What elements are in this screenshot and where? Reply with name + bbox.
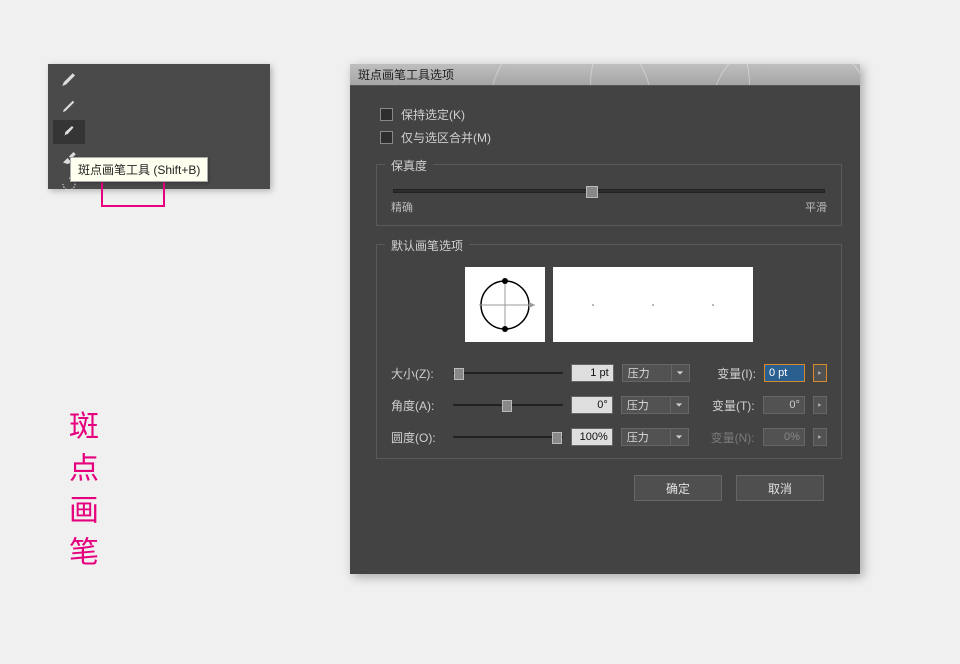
fidelity-group-title: 保真度 <box>385 157 433 174</box>
blob-brush-options-dialog: 斑点画笔工具选项 保持选定(K) 仅与选区合并(M) 保真度 精确 平滑 默认画… <box>350 64 860 574</box>
cancel-button[interactable]: 取消 <box>736 475 824 501</box>
dialog-footer: 确定 取消 <box>376 459 842 501</box>
size-slider[interactable] <box>453 372 563 374</box>
roundness-row: 圆度(O): 100% 压力 变量(N): 0% <box>391 426 827 448</box>
page-vertical-title: 斑点画笔 <box>58 410 102 578</box>
merge-selection-label: 仅与选区合并(M) <box>401 129 491 146</box>
dialog-title: 斑点画笔工具选项 <box>358 66 454 83</box>
roundness-mode-arrow-icon[interactable] <box>671 428 689 446</box>
brush-preview-row <box>391 267 827 342</box>
roundness-mode-select[interactable]: 压力 <box>621 428 671 446</box>
fidelity-slider[interactable] <box>393 189 825 193</box>
keep-selected-checkbox[interactable] <box>380 108 393 121</box>
size-value-field[interactable]: 1 pt <box>571 364 614 382</box>
brush-stroke-preview[interactable] <box>553 267 753 342</box>
merge-selection-row: 仅与选区合并(M) <box>380 129 842 146</box>
ellipse-icon <box>473 273 537 337</box>
angle-var-field[interactable]: 0° <box>763 396 805 414</box>
dialog-body: 保持选定(K) 仅与选区合并(M) 保真度 精确 平滑 默认画笔选项 <box>350 86 860 515</box>
tool-tooltip: 斑点画笔工具 (Shift+B) <box>70 157 208 182</box>
brush-defaults-group: 默认画笔选项 <box>376 244 842 459</box>
angle-row: 角度(A): 0° 压力 变量(T): 0° <box>391 394 827 416</box>
roundness-var-label: 变量(N): <box>703 429 755 446</box>
angle-mode-select[interactable]: 压力 <box>621 396 671 414</box>
fidelity-group: 保真度 精确 平滑 <box>376 164 842 226</box>
fidelity-labels: 精确 平滑 <box>391 199 827 215</box>
angle-slider-handle[interactable] <box>502 400 512 412</box>
merge-selection-checkbox[interactable] <box>380 131 393 144</box>
brush-defaults-title: 默认画笔选项 <box>385 237 469 254</box>
roundness-var-field: 0% <box>763 428 805 446</box>
keep-selected-row: 保持选定(K) <box>380 106 842 123</box>
fidelity-left-label: 精确 <box>391 199 413 215</box>
stroke-dots-icon <box>563 285 743 325</box>
pencil-tool-icon[interactable] <box>53 94 85 118</box>
roundness-slider[interactable] <box>453 436 563 438</box>
roundness-slider-handle[interactable] <box>552 432 562 444</box>
fidelity-right-label: 平滑 <box>805 199 827 215</box>
size-label: 大小(Z): <box>391 365 445 382</box>
angle-mode-arrow-icon[interactable] <box>671 396 689 414</box>
size-row: 大小(Z): 1 pt 压力 变量(I): 0 pt <box>391 362 827 384</box>
angle-slider[interactable] <box>453 404 563 406</box>
size-slider-handle[interactable] <box>454 368 464 380</box>
roundness-value-field[interactable]: 100% <box>571 428 613 446</box>
angle-label: 角度(A): <box>391 397 445 414</box>
dialog-titlebar[interactable]: 斑点画笔工具选项 <box>350 64 860 86</box>
size-mode-arrow-icon[interactable] <box>672 364 690 382</box>
param-rows: 大小(Z): 1 pt 压力 变量(I): 0 pt 角度(A): 0° <box>391 362 827 448</box>
blob-brush-tool-icon[interactable] <box>53 120 85 144</box>
roundness-var-stepper-icon <box>813 428 827 446</box>
fidelity-slider-handle[interactable] <box>586 186 598 198</box>
angle-var-label: 变量(T): <box>703 397 755 414</box>
angle-value-field[interactable]: 0° <box>571 396 613 414</box>
paintbrush-tool-icon[interactable] <box>53 68 85 92</box>
size-var-label: 变量(I): <box>704 365 756 382</box>
brush-angle-preview[interactable] <box>465 267 545 342</box>
size-var-field[interactable]: 0 pt <box>764 364 805 382</box>
titlebar-decoration <box>470 64 860 85</box>
ok-button[interactable]: 确定 <box>634 475 722 501</box>
angle-var-stepper-icon[interactable] <box>813 396 827 414</box>
size-mode-select[interactable]: 压力 <box>622 364 672 382</box>
roundness-label: 圆度(O): <box>391 429 445 446</box>
keep-selected-label: 保持选定(K) <box>401 106 465 123</box>
size-var-stepper-icon[interactable] <box>813 364 827 382</box>
